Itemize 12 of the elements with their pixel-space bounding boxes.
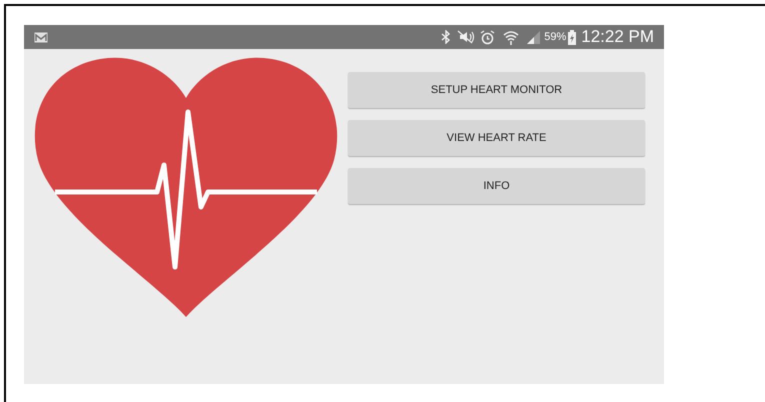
menu-button[interactable]: SETUP HEART MONITOR — [348, 72, 645, 108]
menu-button[interactable]: INFO — [348, 168, 645, 204]
bluetooth-icon — [441, 30, 452, 44]
mute-icon — [457, 30, 476, 44]
signal-icon — [527, 30, 540, 44]
battery-charging-icon — [568, 30, 576, 44]
battery-percent: 59% — [544, 30, 566, 45]
clock-time: 12:22 PM — [581, 26, 654, 48]
wifi-icon — [503, 30, 520, 44]
menu-button[interactable]: VIEW HEART RATE — [348, 120, 645, 156]
mail-icon — [34, 32, 48, 42]
alarm-clock-icon — [480, 30, 496, 44]
